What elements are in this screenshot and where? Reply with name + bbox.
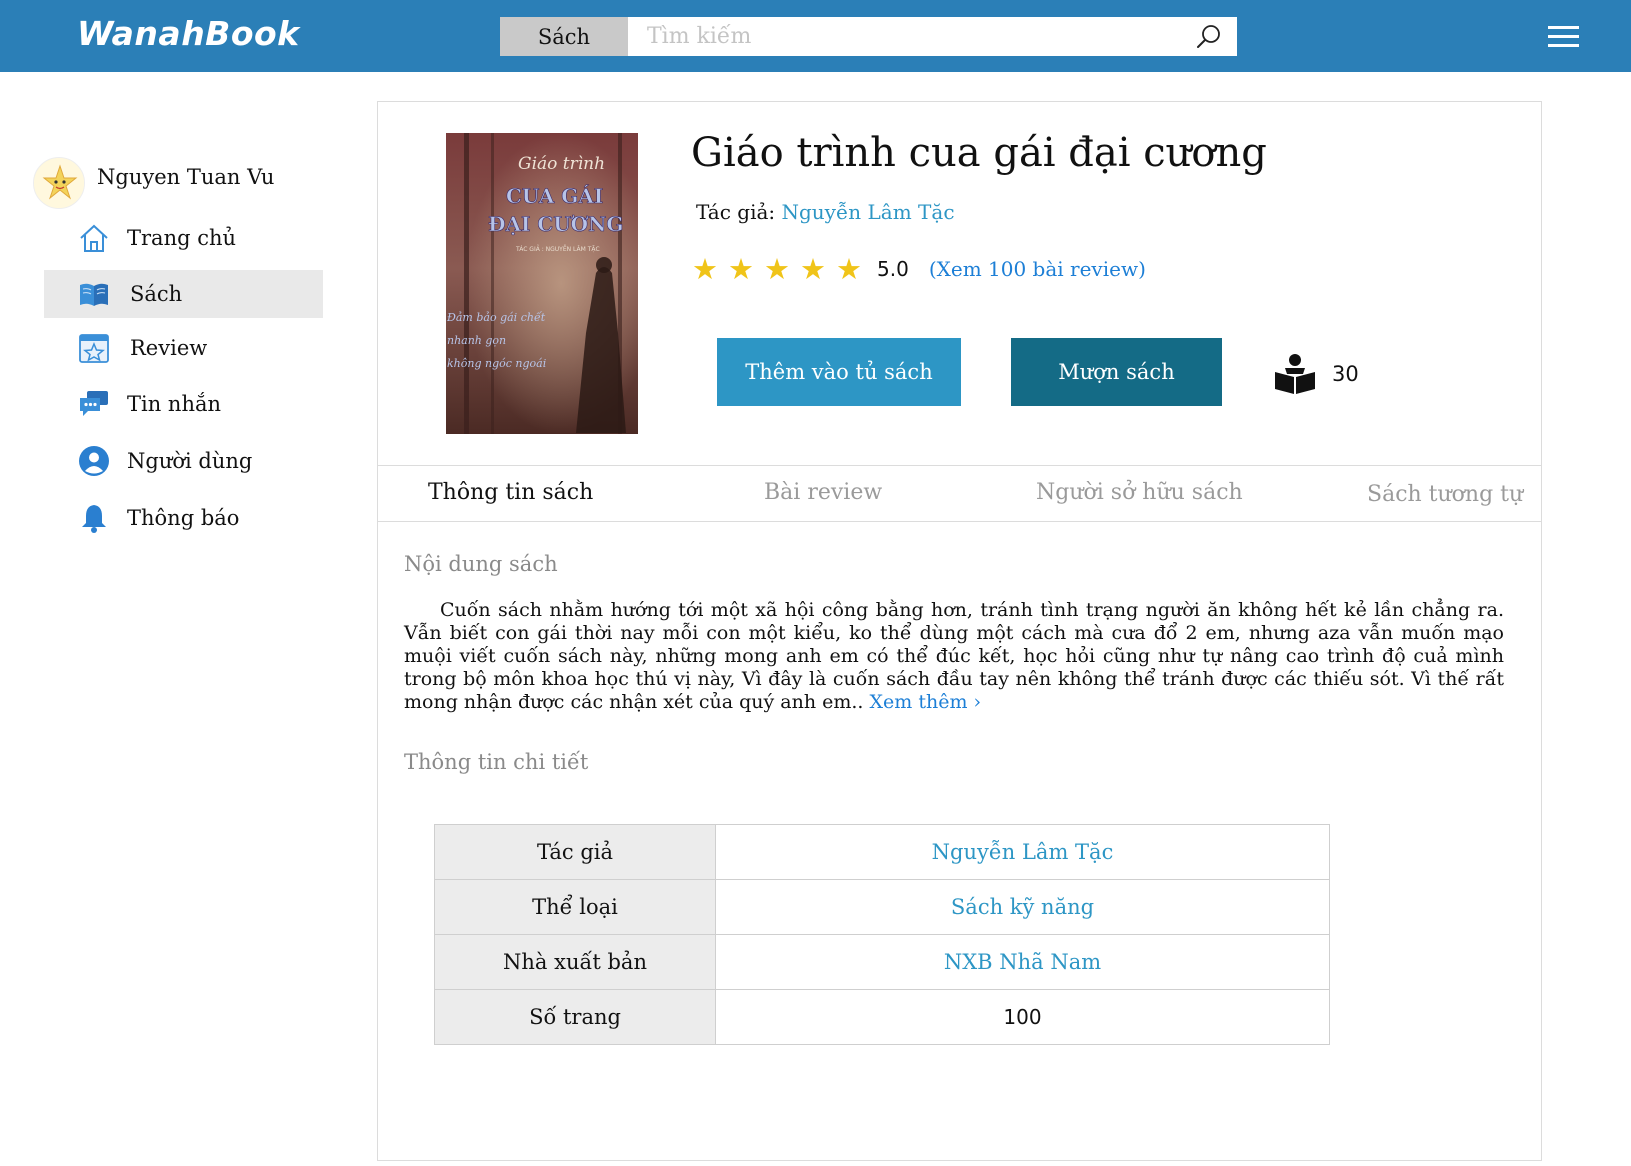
table-row: Số trang 100 — [434, 989, 1330, 1045]
detail-genre-link[interactable]: Sách kỹ năng — [715, 879, 1330, 935]
book-tabs: Thông tin sách Bài review Người sở hữu s… — [378, 465, 1541, 522]
table-row: Thể loại Sách kỹ năng — [434, 879, 1330, 935]
author-link[interactable]: Nguyễn Lâm Tặc — [782, 200, 955, 224]
table-row: Nhà xuất bản NXB Nhã Nam — [434, 934, 1330, 990]
star-icon: ★ — [800, 252, 826, 286]
rating-score: 5.0 — [877, 257, 909, 281]
add-to-bookshelf-button[interactable]: Thêm vào tủ sách — [717, 338, 961, 406]
book-icon — [80, 283, 108, 306]
book-cover-image: Giáo trình CUA GÁI ĐẠI CƯƠNG TÁC GIẢ : N… — [446, 133, 638, 434]
bell-icon — [82, 505, 106, 533]
book-detail-card: Giáo trình CUA GÁI ĐẠI CƯƠNG TÁC GIẢ : N… — [377, 101, 1542, 1161]
user-name[interactable]: Nguyen Tuan Vu — [97, 165, 274, 189]
search-input[interactable] — [628, 17, 1237, 56]
star-icon: ★ — [764, 252, 790, 286]
review-star-icon — [79, 334, 109, 363]
sidebar-item-review[interactable]: Review — [44, 324, 323, 372]
sidebar-item-books[interactable]: Sách — [44, 270, 323, 318]
top-navbar: WanahBook Sách — [0, 0, 1631, 72]
cover-tagline-3: không ngóc ngoái — [447, 357, 546, 370]
user-avatar[interactable] — [33, 157, 85, 209]
search-category-select[interactable]: Sách — [500, 17, 628, 56]
sidebar-item-label: Sách — [130, 282, 183, 306]
search-icon[interactable] — [1195, 23, 1223, 51]
tab-owners[interactable]: Người sở hữu sách — [1036, 480, 1243, 505]
tab-similar-books[interactable]: Sách tương tự — [1367, 482, 1523, 507]
borrow-count: 30 — [1273, 352, 1359, 396]
view-reviews-link[interactable]: (Xem 100 bài review) — [929, 257, 1146, 281]
sidebar-item-notifications[interactable]: Thông báo — [44, 494, 323, 542]
star-icon: ★ — [692, 252, 718, 286]
book-summary: Cuốn sách nhằm hướng tới một xã hội công… — [404, 599, 1504, 714]
cover-title-line3: ĐẠI CƯƠNG — [488, 212, 623, 236]
search-bar: Sách — [500, 17, 1237, 56]
reader-icon — [1275, 354, 1315, 394]
sidebar-item-label: Người dùng — [127, 449, 253, 473]
home-icon — [80, 224, 108, 252]
tab-book-info[interactable]: Thông tin sách — [428, 480, 593, 505]
summary-heading: Nội dung sách — [404, 552, 558, 576]
borrow-book-button[interactable]: Mượn sách — [1011, 338, 1222, 406]
avatar-image — [34, 158, 84, 208]
detail-publisher-link[interactable]: NXB Nhã Nam — [715, 934, 1330, 990]
book-details-table: Tác giả Nguyễn Lâm Tặc Thể loại Sách kỹ … — [434, 824, 1330, 1045]
tab-reviews[interactable]: Bài review — [764, 480, 882, 505]
sidebar-item-label: Trang chủ — [127, 226, 237, 250]
book-title: Giáo trình cua gái đại cương — [691, 130, 1267, 176]
chat-icon — [80, 391, 108, 416]
cover-tagline-2: nhanh gọn — [447, 334, 506, 347]
detail-author-link[interactable]: Nguyễn Lâm Tặc — [715, 824, 1330, 880]
detail-key: Thể loại — [434, 879, 716, 935]
detail-key: Tác giả — [434, 824, 716, 880]
read-more-link[interactable]: Xem thêm › — [870, 691, 982, 713]
cover-title-line2: CUA GÁI — [506, 184, 603, 208]
sidebar-item-label: Tin nhắn — [127, 392, 222, 416]
app-logo[interactable]: WanahBook — [77, 14, 300, 53]
details-heading: Thông tin chi tiết — [404, 750, 589, 774]
sidebar-item-home[interactable]: Trang chủ — [44, 214, 323, 262]
hamburger-menu-icon[interactable] — [1548, 26, 1579, 48]
detail-page-count: 100 — [715, 989, 1330, 1045]
sidebar-item-messages[interactable]: Tin nhắn — [44, 380, 323, 428]
rating-row: ★ ★ ★ ★ ★ 5.0 (Xem 100 bài review) — [692, 252, 1146, 286]
cover-title-line1: Giáo trình — [518, 154, 605, 174]
author-line: Tác giả: Nguyễn Lâm Tặc — [696, 200, 955, 224]
sidebar-item-users[interactable]: Người dùng — [44, 437, 323, 485]
author-label: Tác giả: — [696, 200, 776, 224]
detail-key: Số trang — [434, 989, 716, 1045]
star-icon: ★ — [836, 252, 862, 286]
book-cover[interactable]: Giáo trình CUA GÁI ĐẠI CƯƠNG TÁC GIẢ : N… — [446, 133, 638, 434]
detail-key: Nhà xuất bản — [434, 934, 716, 990]
cover-tagline-1: Đảm bảo gái chết — [446, 311, 546, 324]
user-icon — [79, 446, 109, 476]
star-icon: ★ — [728, 252, 754, 286]
sidebar-item-label: Review — [130, 336, 208, 360]
sidebar-item-label: Thông báo — [127, 506, 240, 530]
table-row: Tác giả Nguyễn Lâm Tặc — [434, 824, 1330, 880]
cover-byline: TÁC GIẢ : NGUYỄN LÂM TẶC — [515, 245, 600, 253]
borrow-count-value: 30 — [1332, 362, 1359, 386]
